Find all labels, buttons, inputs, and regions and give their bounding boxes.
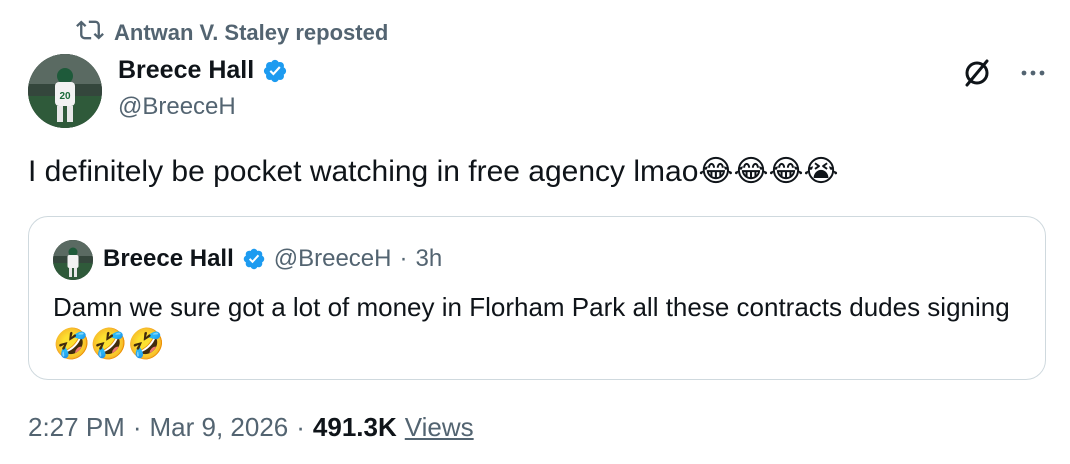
views-count[interactable]: 491.3K — [313, 412, 397, 443]
views-label[interactable]: Views — [405, 412, 474, 443]
quoted-tweet[interactable]: Breece Hall @BreeceH · 3h Damn we sure g… — [28, 216, 1046, 380]
author-block: Breece Hall @BreeceH — [118, 56, 288, 121]
author-handle[interactable]: @BreeceH — [118, 93, 288, 121]
tweet-time[interactable]: 2:27 PM — [28, 412, 125, 443]
tweet-emojis: 😂😂😂😭 — [698, 155, 839, 188]
tweet-text: I definitely be pocket watching in free … — [28, 150, 1038, 194]
top-actions — [962, 58, 1048, 88]
tweet-date[interactable]: Mar 9, 2026 — [150, 412, 289, 443]
quote-display-name[interactable]: Breece Hall — [103, 245, 234, 273]
more-icon[interactable] — [1018, 58, 1048, 88]
repost-label: Antwan V. Staley reposted — [114, 20, 389, 45]
svg-text:20: 20 — [59, 91, 71, 102]
tweet-meta: 2:27 PM · Mar 9, 2026 · 491.3K Views — [28, 412, 474, 443]
quote-text: Damn we sure got a lot of money in Florh… — [53, 289, 1013, 364]
tweet-body: I definitely be pocket watching in free … — [28, 155, 699, 188]
verified-badge-icon[interactable] — [262, 58, 288, 84]
author-display-name[interactable]: Breece Hall — [118, 56, 254, 85]
meta-separator: · — [296, 412, 305, 442]
meta-separator: · — [132, 412, 142, 442]
quote-emojis: 🤣🤣🤣 — [53, 328, 166, 361]
player-avatar[interactable]: 20 — [28, 54, 102, 128]
grok-icon[interactable] — [962, 58, 992, 88]
quote-handle[interactable]: @BreeceH — [274, 245, 392, 273]
quote-header: Breece Hall @BreeceH · 3h — [103, 245, 442, 273]
repost-indicator[interactable]: Antwan V. Staley reposted — [76, 18, 388, 48]
quote-separator: · — [399, 245, 408, 272]
repost-icon — [76, 16, 104, 50]
quote-avatar[interactable] — [53, 240, 93, 280]
quote-body: Damn we sure got a lot of money in Florh… — [53, 292, 1010, 322]
quote-timestamp[interactable]: 3h — [416, 245, 443, 273]
quote-verified-badge-icon[interactable] — [242, 247, 266, 271]
